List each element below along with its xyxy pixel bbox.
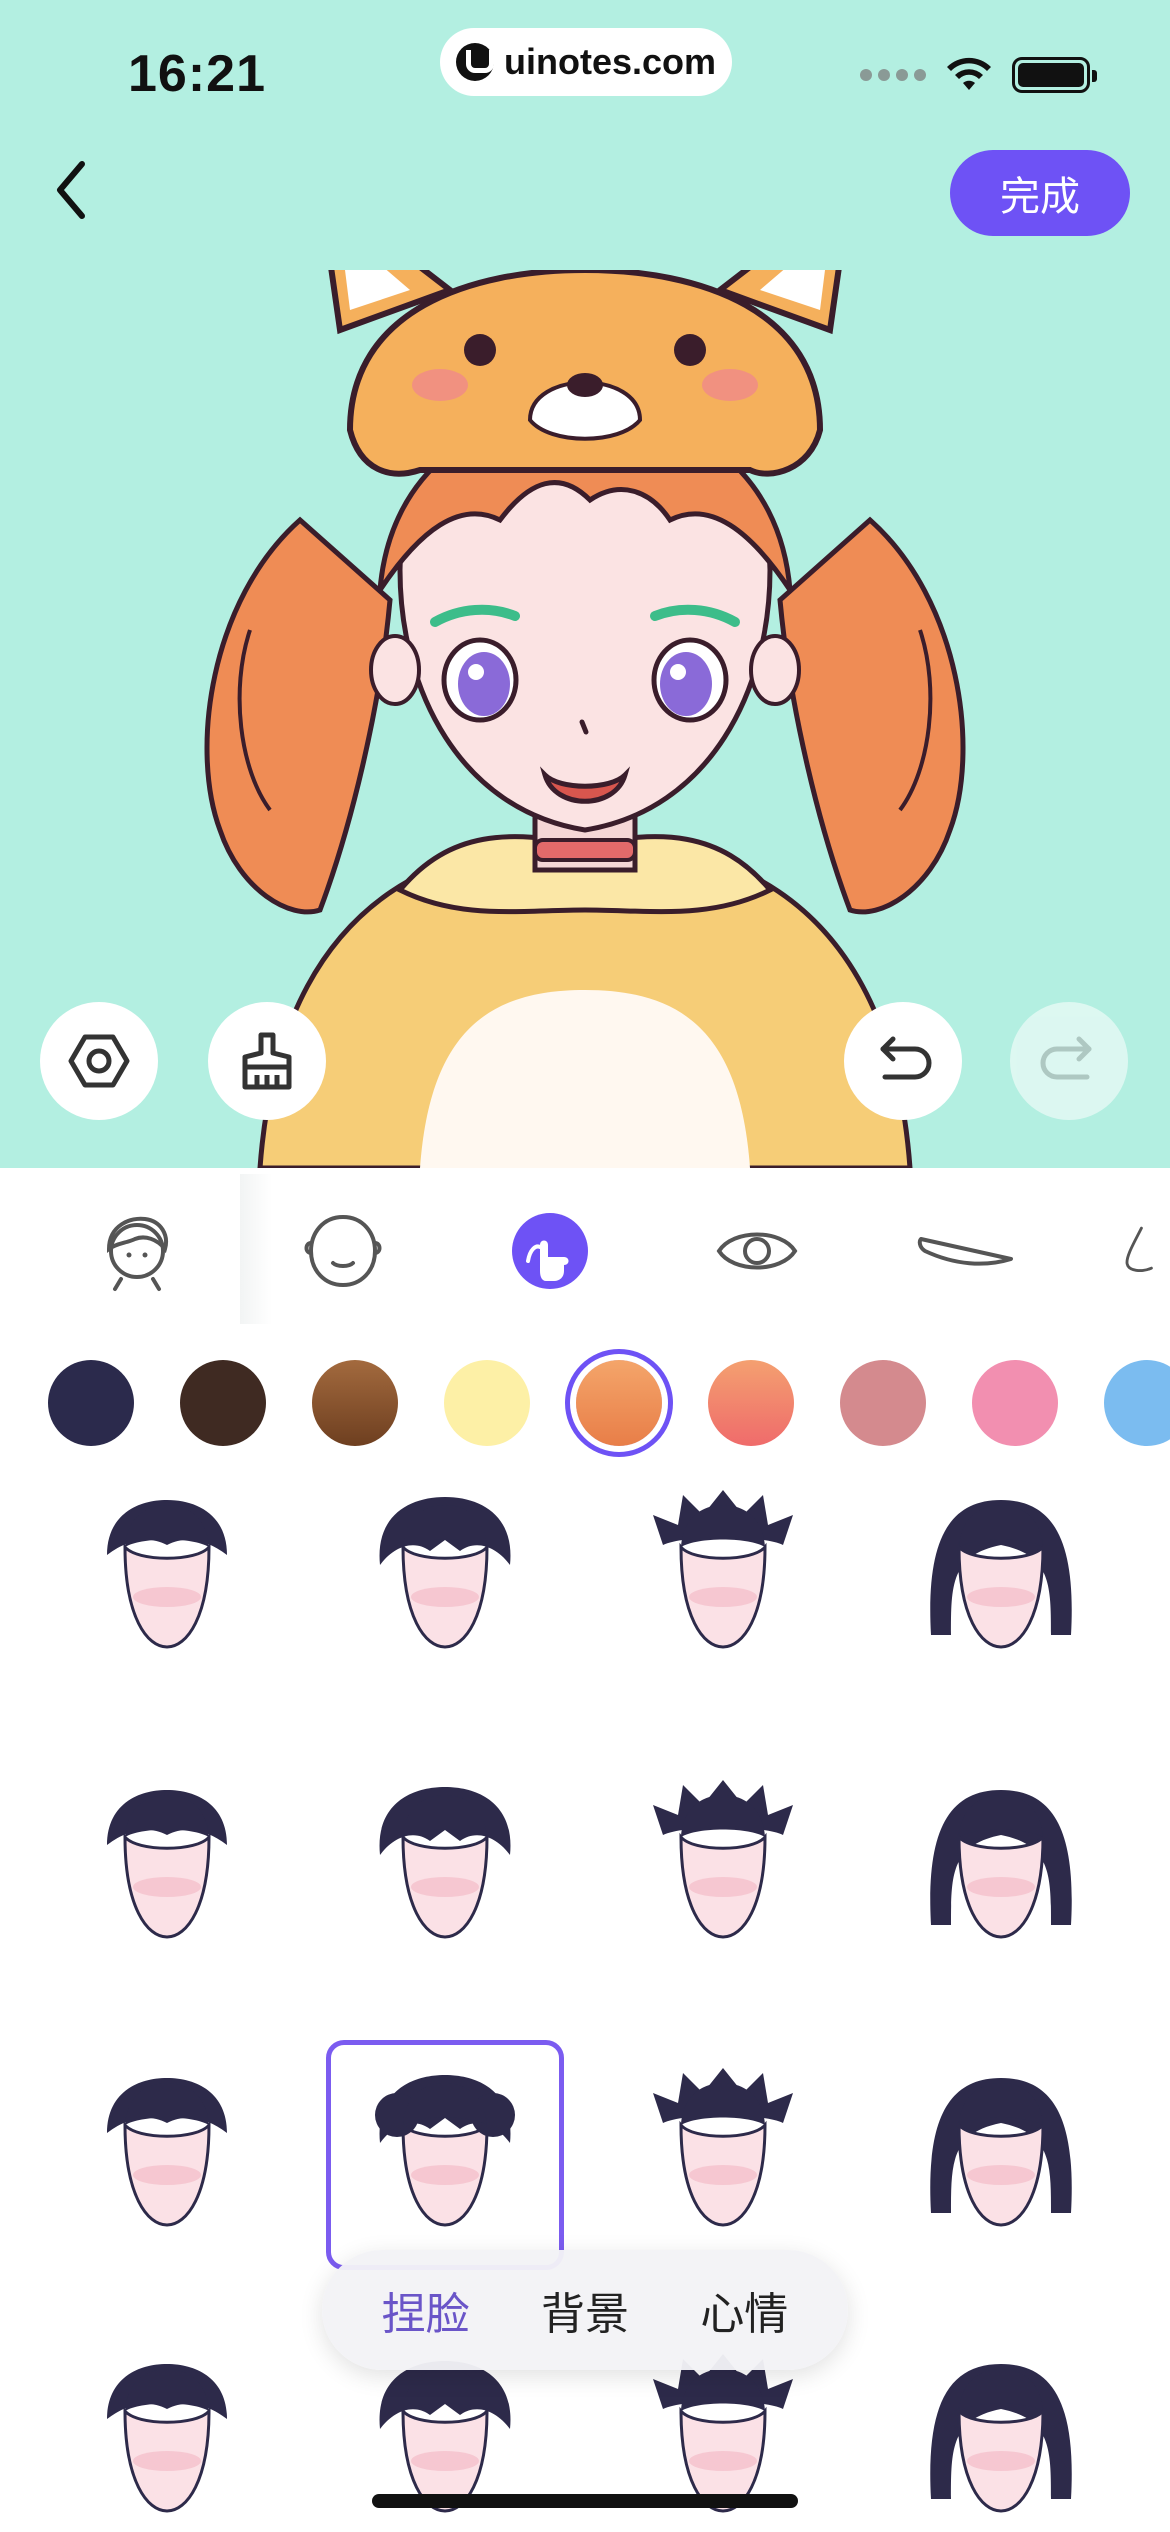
eyebrow-icon xyxy=(917,1237,1013,1266)
hair-color-swatches xyxy=(0,1352,1170,1452)
back-button[interactable] xyxy=(40,150,110,230)
hairstyle-option[interactable] xyxy=(882,1470,1120,1692)
eye-icon xyxy=(716,1232,798,1270)
mode-tab-face[interactable]: 捏脸 xyxy=(372,2278,480,2342)
hairstyle-option[interactable] xyxy=(882,1752,1120,1982)
mode-tab-mood[interactable]: 心情 xyxy=(690,2278,798,2342)
hair-head-icon xyxy=(106,1216,168,1291)
brush-icon xyxy=(242,1032,292,1090)
hairstyle-option[interactable] xyxy=(48,1470,286,1692)
tab-eyes[interactable] xyxy=(712,1206,802,1296)
hairstyle-option[interactable] xyxy=(48,2040,286,2270)
hairstyle-thumbnail-icon xyxy=(930,1500,1072,1649)
avatar-preview-area: 16:21 uinotes.com 完成 xyxy=(0,0,1170,1168)
undo-icon xyxy=(880,1036,932,1080)
url-text: uinotes.com xyxy=(503,41,717,82)
battery-icon xyxy=(1012,57,1097,93)
hairstyle-option[interactable] xyxy=(48,1752,286,1982)
tab-nose[interactable] xyxy=(1120,1206,1170,1296)
hair-color-swatch[interactable] xyxy=(444,1360,530,1446)
status-time: 16:21 xyxy=(128,45,266,103)
hairstyle-thumbnail-icon xyxy=(107,2364,227,2513)
hair-color-swatch[interactable] xyxy=(1104,1360,1170,1446)
chevron-left-icon xyxy=(57,161,85,219)
hairstyle-thumbnail-icon xyxy=(930,2078,1072,2227)
signal-icon xyxy=(860,69,926,81)
nose-icon xyxy=(1125,1226,1153,1272)
hairstyle-option[interactable] xyxy=(326,2040,564,2270)
hairstyle-option[interactable] xyxy=(48,2326,286,2532)
hair-color-swatch[interactable] xyxy=(312,1360,398,1446)
hairstyle-option[interactable] xyxy=(604,1752,842,1982)
category-tab-bar xyxy=(0,1168,1170,1328)
face-outline-icon xyxy=(304,1214,382,1288)
hairstyle-option[interactable] xyxy=(882,2040,1120,2270)
hairstyle-thumbnail-icon xyxy=(653,1780,793,1939)
wifi-icon xyxy=(947,57,991,90)
tab-eyebrows[interactable] xyxy=(912,1206,1022,1296)
tab-face-shape[interactable] xyxy=(298,1206,388,1296)
tab-hair-color[interactable] xyxy=(505,1206,595,1296)
random-clean-button[interactable] xyxy=(208,1002,326,1120)
undo-button[interactable] xyxy=(844,1002,962,1120)
tab-divider xyxy=(240,1174,272,1324)
hairstyle-thumbnail-icon xyxy=(107,2078,227,2227)
status-icons xyxy=(860,56,1097,94)
hair-color-swatch[interactable] xyxy=(708,1360,794,1446)
redo-button[interactable] xyxy=(1010,1002,1128,1120)
hairstyle-thumbnail-icon xyxy=(379,1787,511,1939)
hexagon-settings-icon xyxy=(68,1034,130,1088)
hair-color-swatch[interactable] xyxy=(180,1360,266,1446)
hairstyle-grid xyxy=(0,1470,1170,2532)
hairstyle-thumbnail-icon xyxy=(107,1500,227,1649)
redo-icon xyxy=(1040,1036,1092,1080)
uinotes-logo-icon xyxy=(455,43,494,81)
done-button[interactable]: 完成 xyxy=(950,150,1130,236)
mode-switcher: 捏脸 背景 心情 xyxy=(322,2250,848,2370)
hair-color-swatch[interactable] xyxy=(48,1360,134,1446)
tab-hairstyle[interactable] xyxy=(92,1206,182,1296)
url-pill: uinotes.com xyxy=(440,28,732,96)
hair-color-swatch[interactable] xyxy=(972,1360,1058,1446)
hairstyle-option[interactable] xyxy=(604,1470,842,1692)
hairstyle-thumbnail-icon xyxy=(107,1790,227,1939)
hairstyle-thumbnail-icon xyxy=(379,1497,511,1649)
hand-palette-icon xyxy=(512,1213,588,1289)
hairstyle-thumbnail-icon xyxy=(653,2068,793,2227)
hairstyle-thumbnail-icon xyxy=(653,1490,793,1649)
hairstyle-thumbnail-icon xyxy=(930,1790,1072,1939)
hairstyle-thumbnail-icon xyxy=(375,2075,515,2227)
mode-tab-background[interactable]: 背景 xyxy=(531,2278,639,2342)
hairstyle-option[interactable] xyxy=(604,2040,842,2270)
settings-button[interactable] xyxy=(40,1002,158,1120)
hairstyle-thumbnail-icon xyxy=(930,2364,1072,2513)
hairstyle-option[interactable] xyxy=(326,1752,564,1982)
hairstyle-option[interactable] xyxy=(326,1470,564,1692)
hair-color-swatch[interactable] xyxy=(576,1360,662,1446)
home-indicator xyxy=(372,2494,798,2508)
hairstyle-option[interactable] xyxy=(882,2326,1120,2532)
hair-color-swatch[interactable] xyxy=(840,1360,926,1446)
